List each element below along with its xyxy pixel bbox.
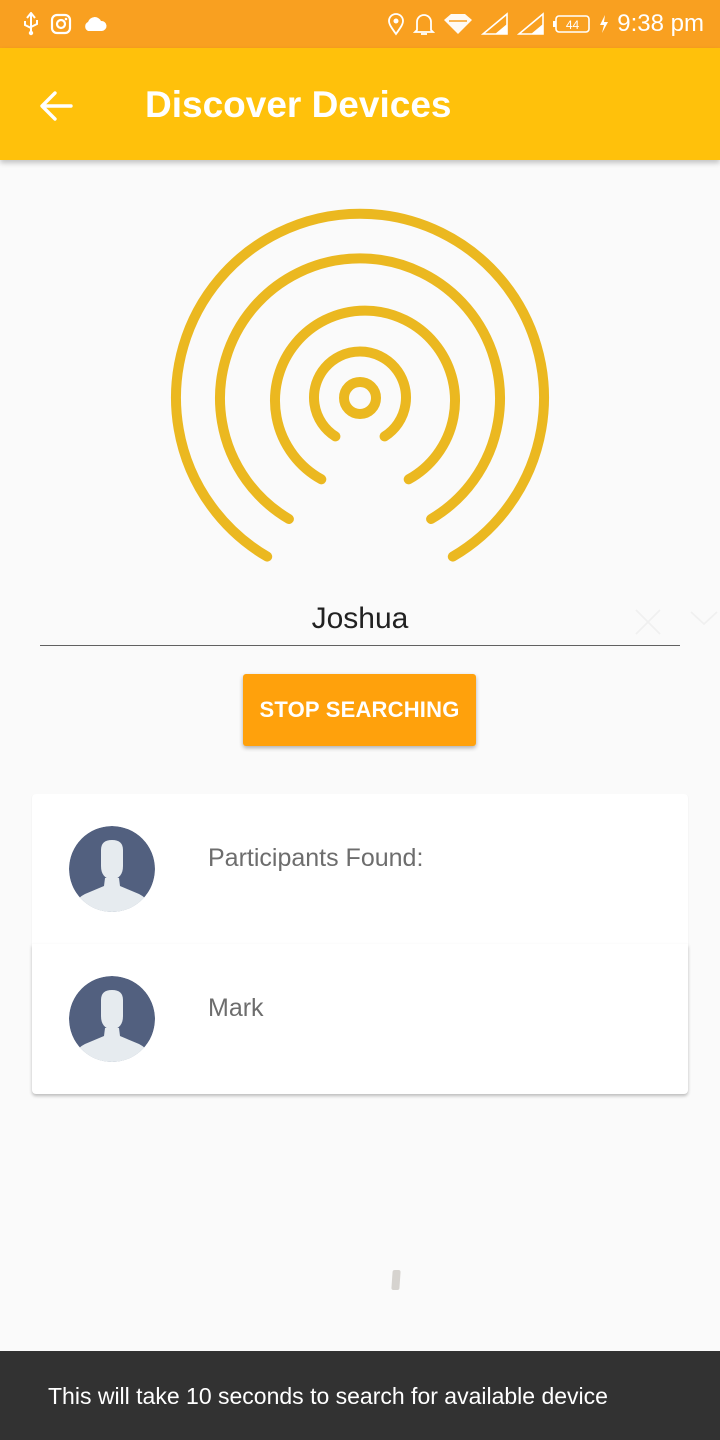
- dropdown-button[interactable]: [688, 604, 720, 632]
- status-left-icons: [22, 12, 118, 36]
- participant-name: Mark: [208, 994, 264, 1022]
- usb-icon: [22, 12, 40, 36]
- avatar-icon: [69, 826, 155, 912]
- device-name-value[interactable]: Joshua: [40, 602, 680, 636]
- snackbar-message: This will take 10 seconds to search for …: [48, 1383, 608, 1409]
- stop-searching-button[interactable]: STOP SEARCHING: [243, 674, 476, 746]
- instagram-icon: [50, 13, 72, 35]
- battery-level-text: 44: [566, 18, 580, 32]
- status-right-icons: 44 9:38 pm: [379, 10, 704, 38]
- cloud-icon: [82, 15, 108, 33]
- clear-button[interactable]: [632, 606, 664, 638]
- participants-header-card: Participants Found:: [32, 794, 688, 944]
- avatar-icon: [69, 976, 155, 1062]
- location-icon: [387, 12, 405, 36]
- status-bar: 44 9:38 pm: [0, 0, 720, 48]
- snackbar: This will take 10 seconds to search for …: [0, 1351, 720, 1440]
- arrow-back-icon: [40, 91, 73, 121]
- participant-list-item[interactable]: Mark: [32, 944, 688, 1094]
- broadcast-radar-icon: [160, 198, 560, 578]
- battery-icon: 44: [553, 14, 591, 34]
- charging-icon: [599, 14, 609, 34]
- signal-icon: [481, 12, 509, 36]
- app-bar: Discover Devices: [0, 48, 720, 160]
- signal-icon: [517, 12, 545, 36]
- page-title: Discover Devices: [145, 84, 452, 125]
- loading-spinner: [391, 1270, 401, 1290]
- wifi-icon: [443, 13, 473, 35]
- participants-found-label: Participants Found:: [208, 844, 424, 872]
- back-button[interactable]: [32, 82, 80, 130]
- bell-icon: [413, 12, 436, 36]
- status-time: 9:38 pm: [617, 10, 704, 37]
- chevron-down-icon: [690, 611, 718, 626]
- close-icon: [635, 609, 661, 635]
- device-name-field[interactable]: Joshua: [40, 596, 718, 646]
